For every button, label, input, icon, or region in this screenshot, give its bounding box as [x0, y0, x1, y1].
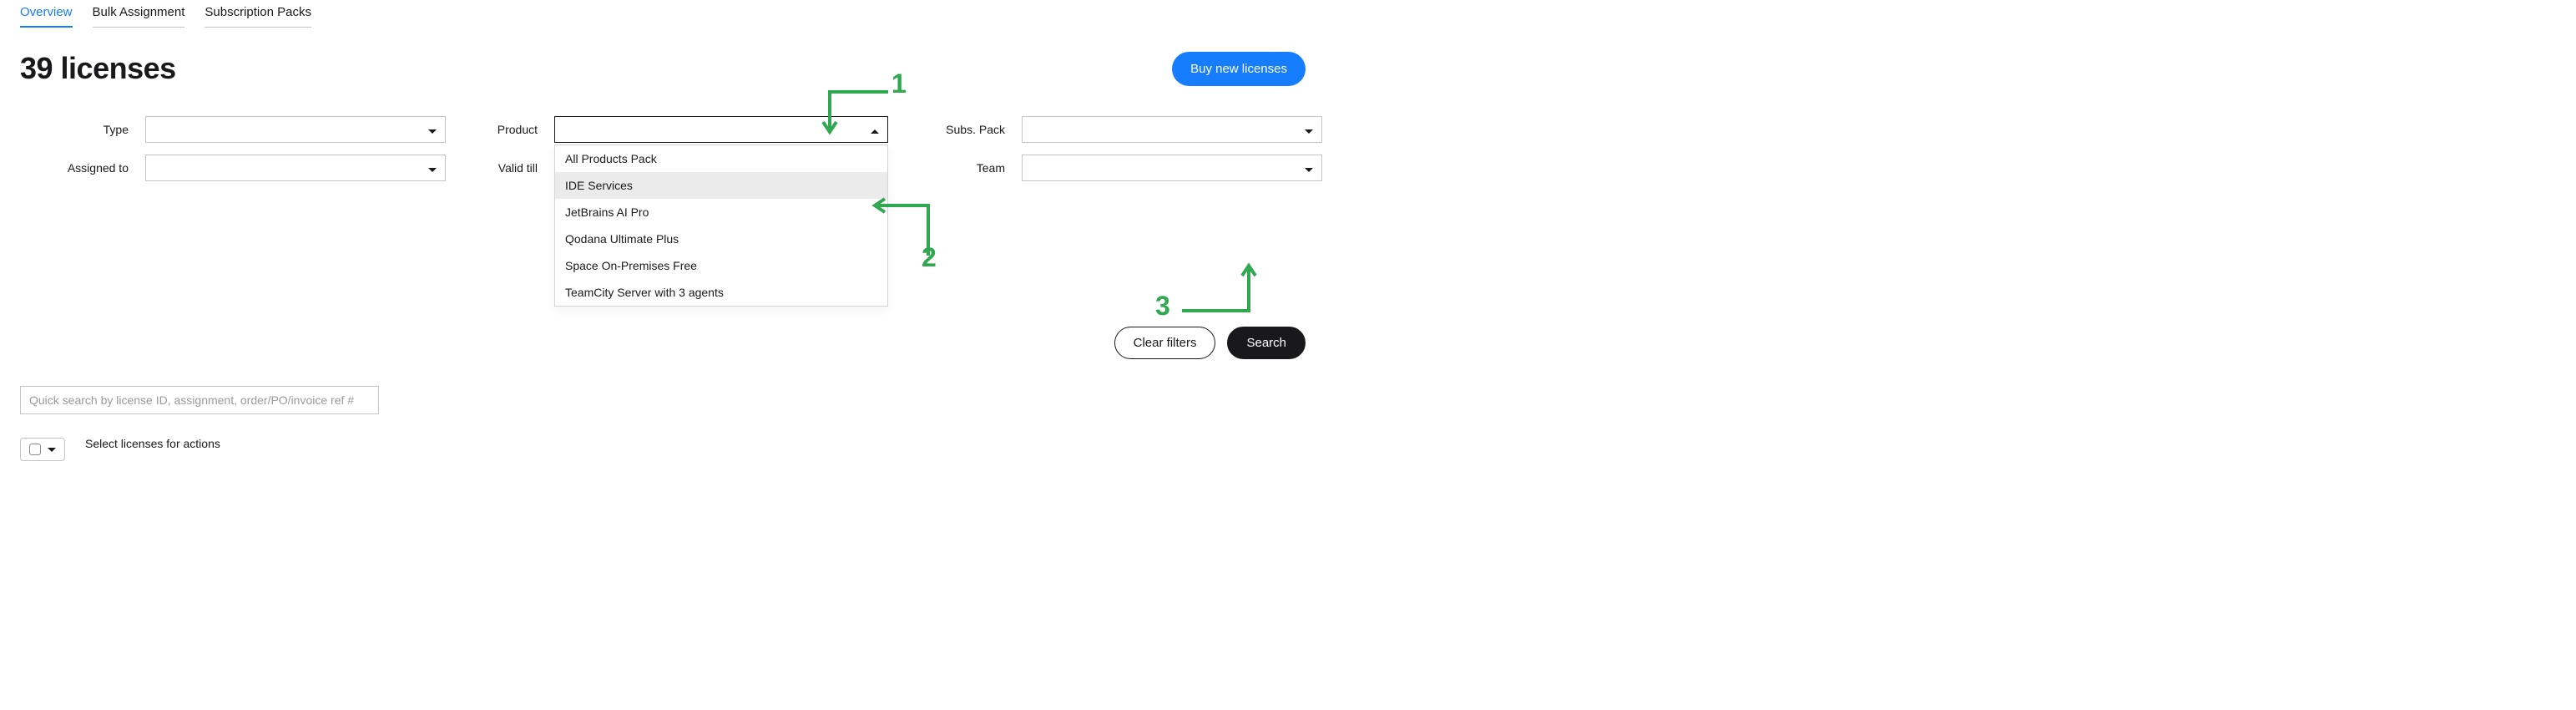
product-select[interactable] — [554, 116, 888, 143]
subs-pack-select[interactable] — [1022, 116, 1322, 143]
assigned-to-select[interactable] — [145, 155, 446, 181]
quick-search-input[interactable] — [20, 386, 379, 414]
team-label: Team — [905, 161, 1005, 175]
product-label: Product — [462, 123, 538, 136]
search-button[interactable]: Search — [1227, 327, 1306, 359]
assigned-to-label: Assigned to — [20, 161, 129, 175]
product-option-teamcity-server[interactable]: TeamCity Server with 3 agents — [555, 279, 887, 306]
page-title: 39 licenses — [20, 51, 176, 86]
bulk-select-label: Select licenses for actions — [85, 437, 220, 450]
product-option-space-on-premises-free[interactable]: Space On-Premises Free — [555, 252, 887, 279]
chevron-down-icon — [428, 161, 437, 175]
subs-pack-label: Subs. Pack — [905, 123, 1005, 136]
annotation-number-1: 1 — [891, 68, 907, 99]
type-label: Type — [20, 123, 129, 136]
type-select[interactable] — [145, 116, 446, 143]
valid-till-label: Valid till — [462, 161, 538, 175]
product-option-ide-services[interactable]: IDE Services — [555, 172, 887, 199]
buy-new-licenses-button[interactable]: Buy new licenses — [1172, 52, 1306, 86]
product-option-all-products-pack[interactable]: All Products Pack — [555, 145, 887, 172]
product-option-qodana-ultimate-plus[interactable]: Qodana Ultimate Plus — [555, 226, 887, 252]
tab-bulk-assignment[interactable]: Bulk Assignment — [93, 2, 185, 28]
product-option-jetbrains-ai-pro[interactable]: JetBrains AI Pro — [555, 199, 887, 226]
tab-subscription-packs[interactable]: Subscription Packs — [205, 2, 311, 28]
chevron-down-icon — [428, 123, 437, 136]
chevron-down-icon — [1305, 161, 1313, 175]
team-select[interactable] — [1022, 155, 1322, 181]
chevron-down-icon — [1305, 123, 1313, 136]
checkbox-icon — [29, 444, 41, 455]
annotation-number-3: 3 — [1155, 291, 1170, 322]
bulk-select-toggle[interactable] — [20, 438, 65, 461]
tab-overview[interactable]: Overview — [20, 2, 73, 28]
annotation-number-2: 2 — [922, 242, 937, 273]
product-dropdown[interactable]: All Products Pack IDE Services JetBrains… — [554, 145, 888, 307]
chevron-up-icon — [871, 123, 879, 136]
clear-filters-button[interactable]: Clear filters — [1114, 327, 1216, 359]
chevron-down-icon — [48, 448, 56, 452]
